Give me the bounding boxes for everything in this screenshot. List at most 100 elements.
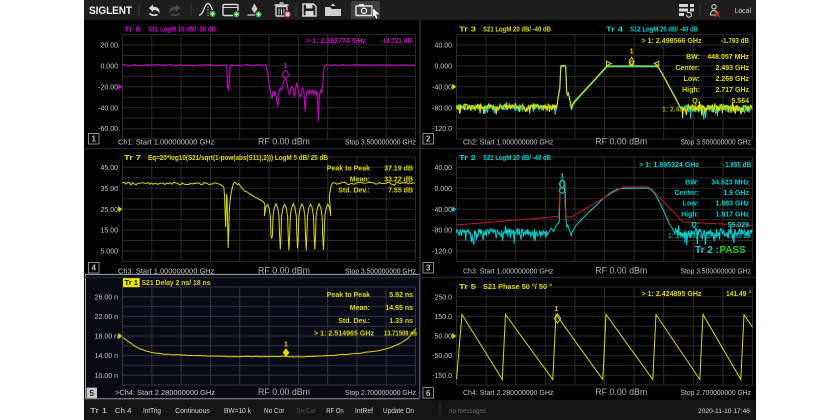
svg-text:1.33 ns: 1.33 ns [389, 318, 413, 325]
svg-text:2.269 GHz: 2.269 GHz [716, 76, 750, 83]
svg-text:> 1: 2.424895 GHz: > 1: 2.424895 GHz [642, 291, 703, 298]
svg-text:15.00: 15.00 [100, 228, 118, 235]
svg-text:5: 5 [89, 389, 94, 398]
svg-text:RF 0.00 dBm: RF 0.00 dBm [258, 136, 310, 146]
svg-text:35.00: 35.00 [100, 186, 118, 193]
svg-text:1: 1 [91, 135, 96, 144]
svg-text:141.49 °: 141.49 ° [726, 290, 751, 298]
svg-text:Ch1: Start 1.000000000 GHz: Ch1: Start 1.000000000 GHz [118, 139, 215, 146]
svg-text:1: 1 [555, 306, 559, 313]
svg-text:-120.0: -120.0 [432, 126, 452, 133]
svg-text:SrcCal: SrcCal [296, 408, 316, 415]
svg-text:Stop 3.500000000 GHz: Stop 3.500000000 GHz [345, 139, 416, 146]
svg-text:Q:: Q: [691, 222, 699, 229]
svg-text:40.00: 40.00 [434, 43, 452, 50]
svg-text:No Cor: No Cor [264, 408, 285, 415]
svg-text:3: 3 [426, 264, 431, 273]
svg-text:S21 LogM 20 dB/ -40 dB: S21 LogM 20 dB/ -40 dB [483, 155, 551, 162]
svg-text:Peak to Peak: Peak to Peak [327, 292, 370, 299]
svg-text:PASS: PASS [720, 244, 746, 256]
svg-text:18.00 n: 18.00 n [95, 334, 118, 341]
svg-text:Mean:: Mean: [350, 305, 370, 312]
svg-text:1: 1 [284, 342, 288, 349]
svg-text:10.00 n: 10.00 n [95, 373, 118, 380]
svg-text:Tr 1: Tr 1 [125, 280, 139, 287]
svg-text:IntTrig: IntTrig [143, 408, 161, 415]
svg-text:33.22 dB: 33.22 dB [384, 177, 413, 184]
svg-text:-80.00: -80.00 [432, 105, 452, 112]
svg-text:Eq=20*log10(S21/sqrt(1-pow(abs: Eq=20*log10(S21/sqrt(1-pow(abs(S11),2)))… [148, 155, 328, 162]
svg-text:RF 0.00 dBm: RF 0.00 dBm [595, 136, 647, 146]
svg-text:2020-11-10 17:46: 2020-11-10 17:46 [698, 408, 750, 415]
svg-text:Stop 3.500000000 GHz: Stop 3.500000000 GHz [681, 139, 752, 146]
svg-text:34.523 MHz: 34.523 MHz [711, 180, 749, 187]
svg-text:45.00: 45.00 [100, 165, 118, 172]
svg-text:4: 4 [91, 264, 96, 273]
svg-text:>Ch4: Start 2.280000000 GHz: >Ch4: Start 2.280000000 GHz [115, 390, 216, 397]
svg-text:5.92 ns: 5.92 ns [389, 292, 413, 299]
svg-text:Ch3: Start 1.000000000 GHz: Ch3: Start 1.000000000 GHz [463, 268, 554, 275]
svg-text:Continuous: Continuous [175, 408, 210, 415]
svg-text:6: 6 [426, 389, 431, 398]
svg-text:Tr 2: Tr 2 [459, 155, 476, 162]
svg-text:Center:: Center: [674, 190, 699, 197]
svg-text:High:: High: [682, 87, 700, 94]
svg-text:7.55 dB: 7.55 dB [388, 187, 413, 194]
svg-text:Tr 2 :: Tr 2 : [695, 244, 719, 256]
svg-text:14.00 n: 14.00 n [95, 353, 118, 360]
svg-text:1: 1 [560, 174, 564, 181]
svg-text:Tr 5: Tr 5 [459, 284, 476, 291]
svg-text:1: 1 [284, 63, 288, 70]
svg-text:2: 2 [426, 135, 431, 144]
svg-text:20.00: 20.00 [100, 43, 118, 50]
svg-text:Tr 4: Tr 4 [606, 27, 623, 34]
svg-text:RF 0.00 dBm: RF 0.00 dBm [595, 387, 647, 397]
svg-text:> 1: 2.514965 GHz: > 1: 2.514965 GHz [314, 331, 375, 338]
svg-text:250.0: 250.0 [434, 294, 452, 301]
svg-text:2.717 GHz: 2.717 GHz [716, 87, 750, 94]
svg-text:BW:: BW: [686, 54, 700, 61]
svg-text:Stop 2.700000000 GHz: Stop 2.700000000 GHz [681, 390, 752, 397]
svg-text:2.493 GHz: 2.493 GHz [716, 65, 750, 72]
svg-text:Center:: Center: [675, 65, 700, 72]
svg-text:S21 Phase 50 °/ 50 °: S21 Phase 50 °/ 50 ° [483, 283, 552, 291]
svg-text:150.0: 150.0 [434, 314, 452, 321]
svg-text:40.00: 40.00 [434, 165, 452, 172]
svg-text:0.000: 0.000 [434, 186, 452, 193]
svg-text:5.564: 5.564 [731, 98, 749, 105]
svg-text:Std. Dev.:: Std. Dev.: [338, 318, 370, 325]
svg-text:Tr 7: Tr 7 [124, 155, 141, 162]
svg-text:BW:: BW: [685, 180, 699, 187]
svg-text:IntRef: IntRef [355, 408, 373, 415]
svg-text:1.883 GHz: 1.883 GHz [716, 201, 750, 208]
svg-text:RF 0.00 dBm: RF 0.00 dBm [595, 265, 647, 275]
svg-text:Ch 4: Ch 4 [115, 408, 132, 415]
svg-text:Low:: Low: [684, 76, 700, 83]
svg-text:50.00: 50.00 [434, 334, 452, 341]
svg-text:Peak to Peak: Peak to Peak [327, 166, 370, 173]
svg-text:no messages: no messages [449, 408, 486, 415]
svg-text:-40.00: -40.00 [432, 84, 452, 91]
svg-text:5.000: 5.000 [100, 249, 118, 256]
svg-text:448.057 MHz: 448.057 MHz [707, 54, 749, 61]
svg-text:Ch2: Start 1.000000000 GHz: Ch2: Start 1.000000000 GHz [463, 139, 554, 146]
svg-text:SIGLENT: SIGLENT [89, 5, 132, 17]
svg-text:-14.721 dB: -14.721 dB [381, 38, 413, 45]
svg-text:> 1: 1.895324 GHz: > 1: 1.895324 GHz [639, 162, 700, 169]
svg-text:-1.655 dB: -1.655 dB [723, 162, 751, 169]
svg-text:-40.00: -40.00 [98, 105, 118, 112]
svg-text:-1.793 dB: -1.793 dB [721, 38, 749, 45]
svg-text:Tr 1: Tr 1 [90, 408, 107, 415]
svg-text:26.00 n: 26.00 n [95, 294, 118, 301]
svg-text:RF On: RF On [326, 408, 344, 415]
svg-text:RF 0.00 dBm: RF 0.00 dBm [258, 265, 310, 275]
svg-text:BW=10 k: BW=10 k [224, 408, 251, 415]
svg-text:22.00 n: 22.00 n [95, 314, 118, 321]
svg-text:S21 Delay 2 ns/ 18 ns: S21 Delay 2 ns/ 18 ns [142, 280, 211, 287]
svg-text:Local: Local [735, 6, 752, 15]
svg-text:Stop 3.500000000 GHz: Stop 3.500000000 GHz [681, 268, 752, 275]
svg-text:-20.00: -20.00 [98, 84, 118, 91]
svg-text:-120.0: -120.0 [432, 249, 452, 256]
svg-text:Ch4: Start 2.280000000 GHz: Ch4: Start 2.280000000 GHz [463, 390, 554, 397]
svg-text:-80.00: -80.00 [432, 228, 452, 235]
